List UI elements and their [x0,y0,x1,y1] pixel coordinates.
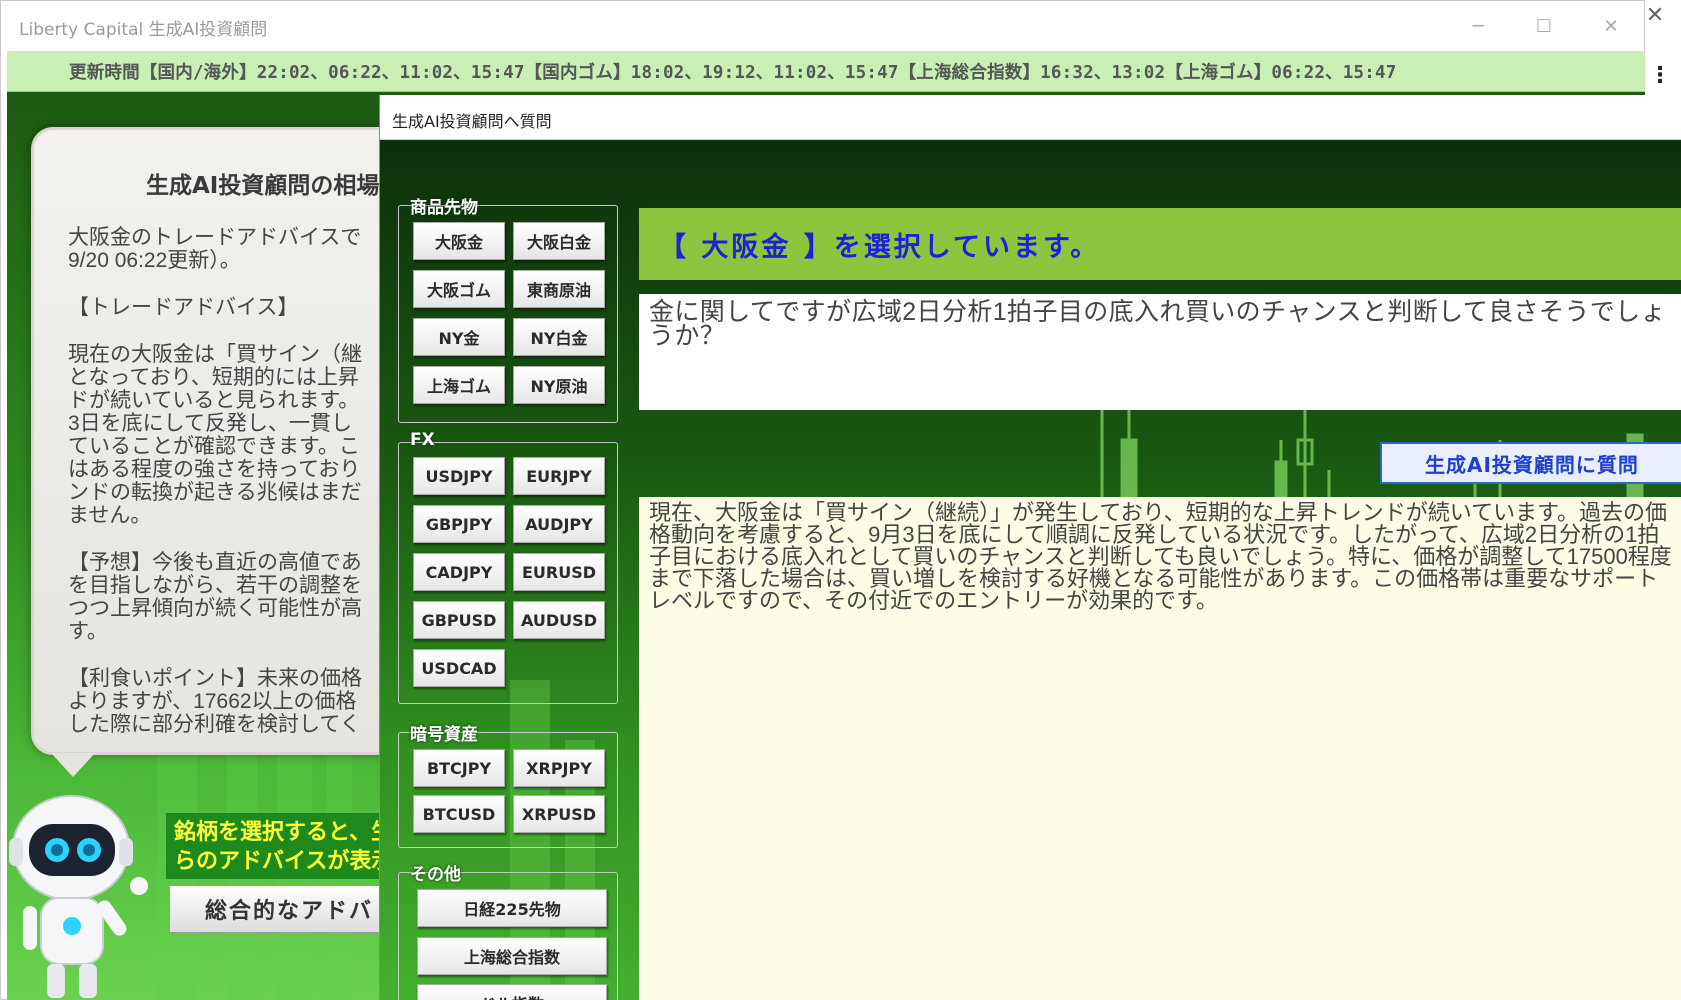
symbol-button-nikkei225-futures[interactable]: 日経225先物 [417,889,607,927]
symbol-button-usdjpy[interactable]: USDJPY [413,457,505,495]
symbol-button-ny-crude[interactable]: NY原油 [513,366,605,404]
robot-mascot-icon [9,795,148,998]
symbol-button-tocom-crude[interactable]: 東商原油 [513,270,605,308]
speech-bubble-tail [51,753,95,777]
advice-body: 大阪金のトレードアドバイスで 9/20 06:22更新）。 【トレードアドバイス… [68,226,398,752]
close-button[interactable]: ✕ [1586,9,1636,43]
symbol-button-cadjpy[interactable]: CADJPY [413,553,505,591]
selected-symbol-banner: 【 大阪金 】を選択しています。 [639,208,1681,280]
advice-paragraph: 【利食いポイント】未来の価格 よりますが、17662以上の価格 した際に部分利確… [68,667,362,736]
symbol-button-eurjpy[interactable]: EURJPY [513,457,605,495]
symbol-button-ny-platinum[interactable]: NY白金 [513,318,605,356]
commodity-group-label: 商品先物 [410,198,478,218]
advice-panel: 生成AI投資顧問の相場 大阪金のトレードアドバイスで 9/20 06:22更新）… [31,127,401,755]
symbol-button-audusd[interactable]: AUDUSD [513,601,605,639]
symbol-button-osaka-rubber[interactable]: 大阪ゴム [413,270,505,308]
symbol-button-shanghai-composite[interactable]: 上海総合指数 [417,937,607,975]
symbol-selector: 商品先物 大阪金 大阪白金 大阪ゴム 東商原油 NY金 NY白金 上海ゴム NY… [380,140,630,1000]
answer-output: 現在、大阪金は「買サイン（継続）」が発生しており、短期的な上昇トレンドが続いてい… [639,497,1681,1000]
update-time-text: 更新時間【国内/海外】22:02、06:22、11:02、15:47【国内ゴム】… [69,62,1397,83]
symbol-button-eurusd[interactable]: EURUSD [513,553,605,591]
other-group-label: その他 [410,865,461,885]
update-time-bar: 更新時間【国内/海外】22:02、06:22、11:02、15:47【国内ゴム】… [7,51,1645,92]
symbol-button-xrpjpy[interactable]: XRPJPY [513,749,605,787]
symbol-button-dollar-index[interactable]: ドル指数 [417,984,607,1000]
overall-advice-button[interactable]: 総合的なアドバ [169,885,389,933]
symbol-button-audjpy[interactable]: AUDJPY [513,505,605,543]
symbol-button-xrpusd[interactable]: XRPUSD [513,795,605,833]
selected-symbol-text: 【 大阪金 】を選択しています。 [659,231,1101,263]
instruction-banner: 銘柄を選択すると、生 らのアドバイスが表示さ [166,813,386,879]
symbol-button-ny-gold[interactable]: NY金 [413,318,505,356]
symbol-button-btcusd[interactable]: BTCUSD [413,795,505,833]
symbol-button-gbpjpy[interactable]: GBPJPY [413,505,505,543]
dialog-titlebar: 生成AI投資顧問へ質問 [380,95,1681,140]
advice-paragraph: 【トレードアドバイス】 [68,296,299,319]
other-group: その他 日経225先物 上海総合指数 ドル指数 [398,865,618,1000]
question-dialog: 生成AI投資顧問へ質問 商品先物 大阪金 大阪白金 大阪ゴム 東商原油 NY金 … [379,95,1681,1000]
commodity-group: 商品先物 大阪金 大阪白金 大阪ゴム 東商原油 NY金 NY白金 上海ゴム NY… [398,198,618,423]
advice-paragraph: 大阪金のトレードアドバイスで 9/20 06:22更新）。 [68,226,362,272]
main-titlebar: Liberty Capital 生成AI投資顧問 ─ ☐ ✕ [1,1,1644,51]
advice-paragraph: 現在の大阪金は「買サイン（継 となっており、短期的には上昇 ドが続いていると見ら… [68,343,362,527]
minimize-button[interactable]: ─ [1453,9,1503,43]
symbol-button-shanghai-rubber[interactable]: 上海ゴム [413,366,505,404]
symbol-button-osaka-gold[interactable]: 大阪金 [413,222,505,260]
symbol-button-osaka-platinum[interactable]: 大阪白金 [513,222,605,260]
outer-close-icon[interactable]: ✕ [1640,0,1670,30]
dialog-title: 生成AI投資顧問へ質問 [392,112,552,131]
dialog-body: 商品先物 大阪金 大阪白金 大阪ゴム 東商原油 NY金 NY白金 上海ゴム NY… [380,140,1681,1000]
symbol-button-usdcad[interactable]: USDCAD [413,649,505,687]
question-input[interactable]: 金に関してですが広域2日分析1拍子目の底入れ買いのチャンスと判断して良さそうでし… [639,294,1681,410]
fx-group-label: FX [410,430,435,450]
advice-paragraph: 【予想】今後も直近の高値であ を目指しながら、若干の調整を つつ上昇傾向が続く可… [68,551,362,643]
more-options-icon[interactable]: ⋮ [1649,60,1671,90]
symbol-button-btcjpy[interactable]: BTCJPY [413,749,505,787]
ask-advisor-button[interactable]: 生成AI投資顧問に質問 [1380,442,1681,484]
advice-title: 生成AI投資顧問の相場 [146,173,380,199]
window-title: Liberty Capital 生成AI投資顧問 [19,20,268,40]
symbol-button-gbpusd[interactable]: GBPUSD [413,601,505,639]
crypto-group: 暗号資産 BTCJPY XRPJPY BTCUSD XRPUSD [398,725,618,848]
crypto-group-label: 暗号資産 [410,725,478,745]
fx-group: FX USDJPY EURJPY GBPJPY AUDJPY CADJPY EU… [398,430,618,704]
maximize-button[interactable]: ☐ [1519,9,1569,43]
